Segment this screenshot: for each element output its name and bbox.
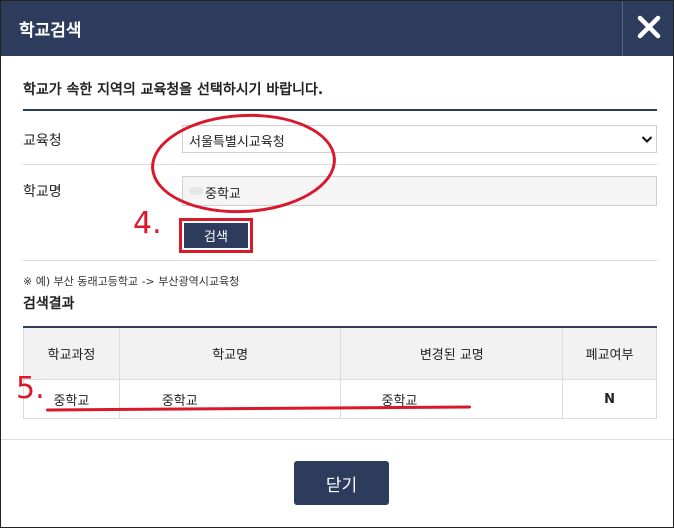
results-title: 검색결과 (23, 296, 75, 312)
form-bottom-divider (23, 260, 657, 261)
cell-changed-name: 중학교 (340, 379, 564, 419)
cell-closed: N (562, 379, 657, 419)
chevron-down-icon (641, 136, 653, 143)
annotation-step-5: 5. (16, 371, 45, 406)
dialog-close-button[interactable] (622, 1, 673, 56)
office-label: 교육청 (23, 133, 62, 149)
school-name-label: 학교명 (23, 184, 62, 200)
column-header-closed: 폐교여부 (562, 326, 657, 380)
annotation-step-4: 4. (133, 206, 162, 241)
table-row[interactable]: 중학교 중학교 중학교 N (23, 379, 657, 419)
instruction-text: 학교가 속한 지역의 교육청을 선택하시기 바랍니다. (23, 82, 324, 98)
dialog-titlebar: 학교검색 (1, 1, 673, 56)
example-hint: ※ 예) 부산 동래고등학교 -> 부산광역시교육청 (23, 275, 240, 288)
column-header-school-name: 학교명 (118, 326, 342, 380)
cell-school-name-text: 중학교 (161, 393, 198, 409)
dialog-title: 학교검색 (19, 21, 82, 41)
results-table: 학교과정 학교명 변경된 교명 폐교여부 중학교 중학교 중학교 N (23, 326, 657, 419)
school-search-dialog: 학교검색 학교가 속한 지역의 교육청을 선택하시기 바랍니다. 교육청 서울특… (0, 0, 674, 528)
footer-divider (1, 439, 673, 440)
cell-school-name: 중학교 (118, 379, 342, 419)
results-header-row: 학교과정 학교명 변경된 교명 폐교여부 (23, 326, 657, 380)
column-header-changed-name: 변경된 교명 (340, 326, 564, 380)
form-row-divider (23, 164, 657, 165)
close-icon (637, 15, 661, 39)
form-top-divider (23, 109, 657, 111)
close-button[interactable]: 닫기 (294, 461, 389, 505)
search-button[interactable]: 검색 (184, 223, 248, 248)
